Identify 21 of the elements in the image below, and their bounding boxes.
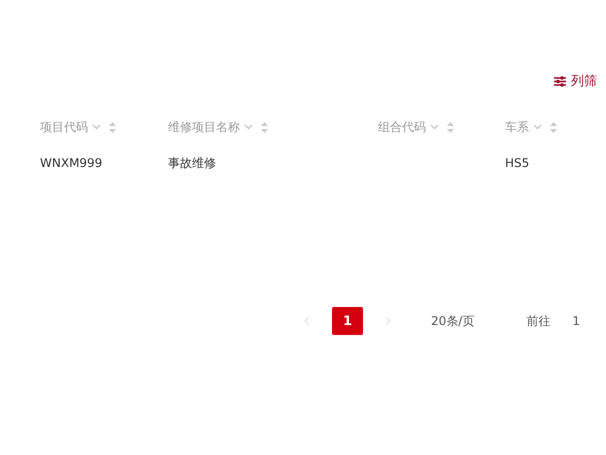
chevron-down-icon[interactable]: [430, 124, 439, 130]
column-header[interactable]: 组合代码: [378, 118, 426, 136]
table-cell: WNXM999: [40, 156, 102, 170]
page-button[interactable]: 1: [332, 307, 363, 335]
column-header[interactable]: 项目代码: [40, 118, 88, 136]
sort-icon[interactable]: [447, 122, 454, 132]
goto-page-input[interactable]: 1: [572, 314, 580, 328]
page-size-select[interactable]: 20条/页: [431, 312, 474, 330]
sort-icon[interactable]: [261, 122, 268, 132]
chevron-down-icon[interactable]: [533, 124, 542, 130]
column-filter-button[interactable]: 列筛: [554, 71, 597, 91]
goto-label: 前往: [526, 312, 550, 330]
column-header[interactable]: 维修项目名称: [168, 118, 240, 136]
column-header[interactable]: 车系: [505, 118, 529, 136]
chevron-down-icon[interactable]: [92, 124, 101, 130]
sort-icon[interactable]: [109, 122, 116, 132]
sort-icon[interactable]: [550, 122, 557, 132]
chevron-down-icon[interactable]: [244, 124, 253, 130]
table-cell: 事故维修: [168, 154, 216, 172]
filter-icon: [554, 76, 566, 86]
table-cell: HS5: [505, 156, 530, 170]
